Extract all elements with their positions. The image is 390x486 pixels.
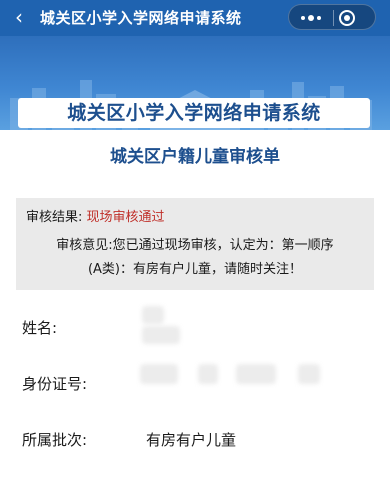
- id-number-redacted-4: [298, 364, 320, 384]
- more-dots-icon[interactable]: [289, 5, 333, 31]
- review-result-value: 现场审核通过: [86, 210, 165, 225]
- batch-value: 有房有户儿童: [146, 431, 237, 449]
- capsule-divider: [333, 10, 334, 26]
- mini-program-close-icon[interactable]: [338, 9, 356, 27]
- name-value-redacted-2: [142, 326, 180, 344]
- nav-title: 城关区小学入学网络申请系统: [40, 9, 242, 27]
- review-opinion-line-2: (A类)：有房有户儿童，请随时关注！: [87, 262, 303, 277]
- review-result-label: 审核结果:: [26, 210, 83, 225]
- banner-title: 城关区小学入学网络申请系统: [18, 98, 370, 128]
- review-result-row: 审核结果: 现场审核通过: [26, 206, 364, 230]
- navigation-bar: ‹ 城关区小学入学网络申请系统: [0, 0, 390, 36]
- name-value-redacted: [142, 306, 164, 324]
- mini-program-capsule: [288, 4, 376, 30]
- id-number-label: 身份证号:: [22, 375, 88, 393]
- form-title: 城关区户籍儿童审核单: [110, 147, 280, 167]
- id-number-redacted-3: [236, 364, 276, 384]
- review-opinion: 审核意见:您已通过现场审核，认定为：第一顺序 (A类)：有房有户儿童，请随时关注…: [26, 234, 364, 282]
- review-result-box: 审核结果: 现场审核通过 审核意见:您已通过现场审核，认定为：第一顺序 (A类)…: [16, 198, 374, 290]
- chevron-left-icon[interactable]: ‹: [8, 3, 30, 31]
- id-number-redacted-2: [198, 364, 218, 384]
- review-opinion-line-1: 审核意见:您已通过现场审核，认定为：第一顺序: [56, 238, 334, 253]
- name-label: 姓名:: [22, 319, 58, 337]
- batch-label: 所属批次:: [22, 431, 88, 449]
- id-number-redacted-1: [140, 364, 178, 384]
